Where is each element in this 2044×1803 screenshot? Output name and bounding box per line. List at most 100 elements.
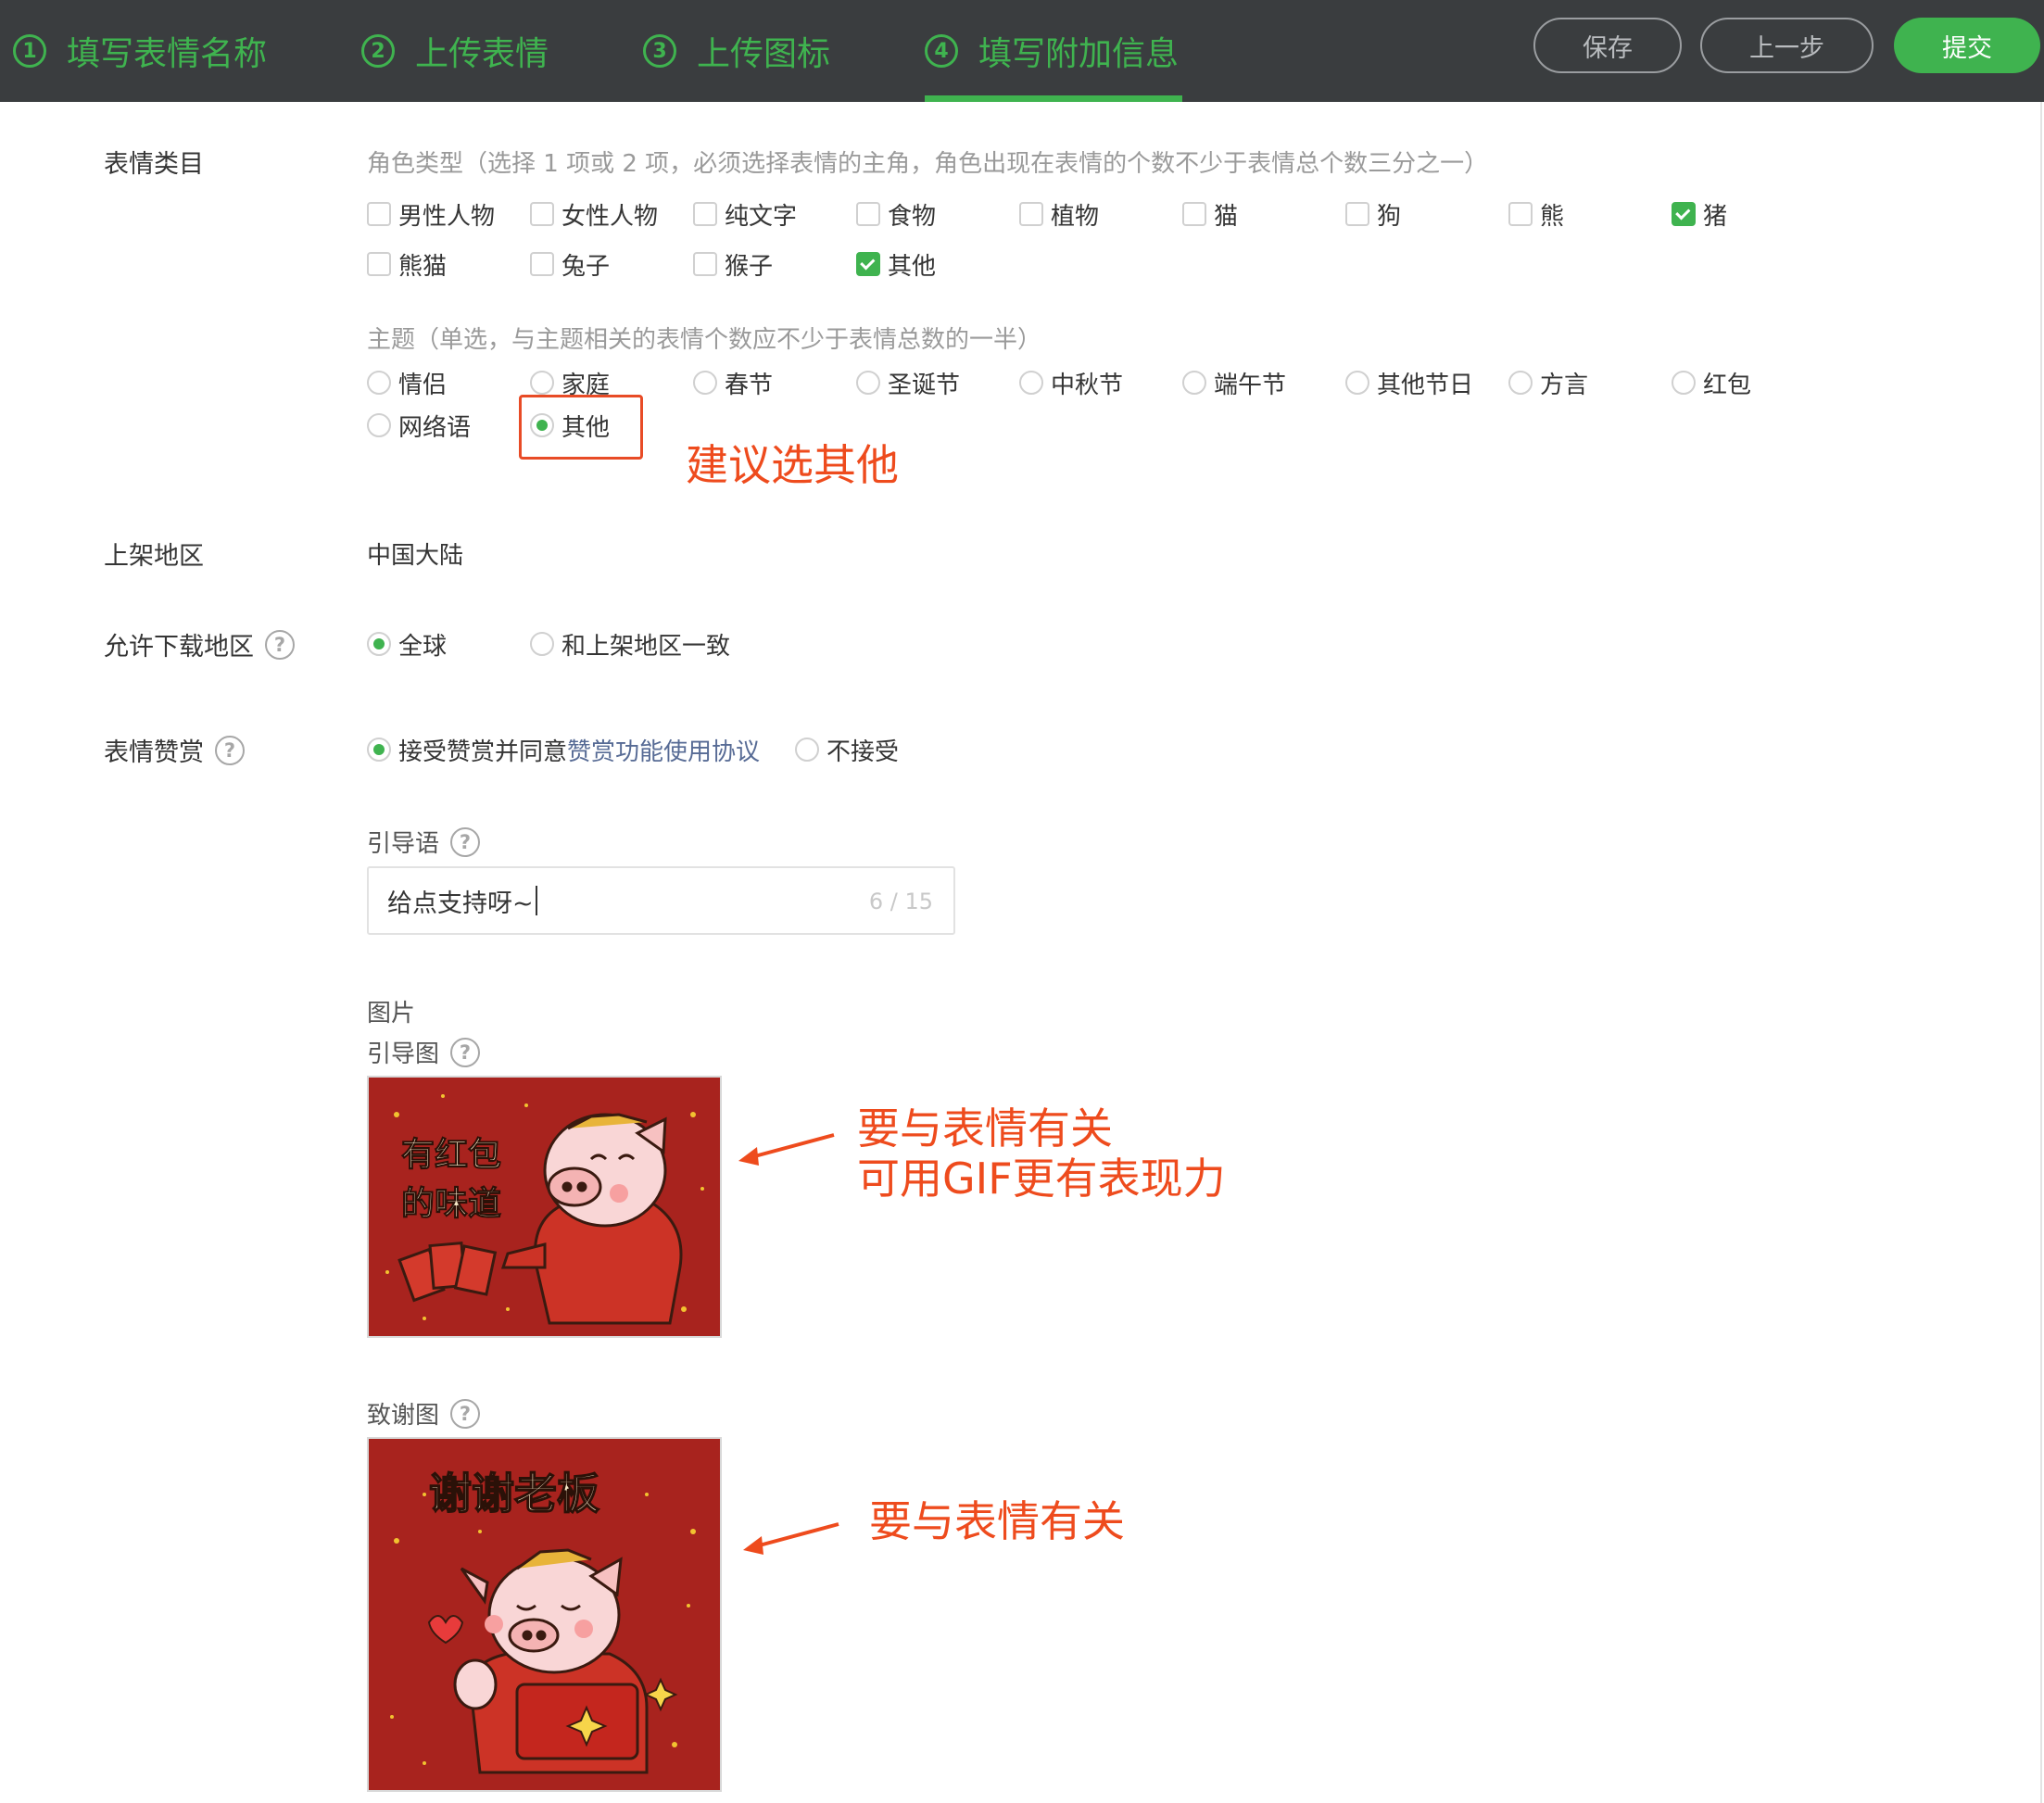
step-number: 2 (361, 34, 395, 68)
checkbox-icon (1019, 202, 1043, 226)
reward-radio-reject[interactable]: 不接受 (795, 734, 900, 766)
radio-checked-icon (367, 738, 391, 762)
highlight-box (519, 395, 643, 460)
reward-label: 表情赞赏 ? (104, 732, 245, 768)
option-label: 情侣 (398, 371, 448, 399)
radio-icon (367, 413, 391, 437)
step-number: 1 (13, 34, 46, 68)
save-button[interactable]: 保存 (1533, 18, 1682, 73)
option-label: 男性人物 (398, 202, 496, 231)
option-label: 植物 (1051, 202, 1100, 231)
theme-radio-couple[interactable]: 情侣 (367, 367, 448, 399)
role-checkbox-dog[interactable]: 狗 (1345, 198, 1402, 231)
theme-radio-spring-festival[interactable]: 春节 (693, 367, 774, 399)
theme-radio-mid-autumn[interactable]: 中秋节 (1019, 367, 1124, 399)
help-icon[interactable]: ? (265, 629, 295, 660)
radio-icon (1672, 371, 1696, 395)
checkbox-checked-icon (1672, 202, 1696, 226)
option-label: 猴子 (725, 252, 774, 281)
step-3[interactable]: 3 上传图标 (643, 0, 830, 102)
arrow-left-icon (738, 1133, 835, 1166)
option-label: 端午节 (1214, 371, 1287, 399)
option-label: 中秋节 (1051, 371, 1124, 399)
option-label: 食物 (888, 202, 937, 231)
option-label: 熊 (1540, 202, 1565, 231)
theme-radio-other-holiday[interactable]: 其他节日 (1345, 367, 1473, 399)
step-label: 上传表情 (415, 35, 549, 73)
checkbox-icon (1345, 202, 1369, 226)
step-number: 3 (643, 34, 676, 68)
theme-radio-dragon-boat[interactable]: 端午节 (1182, 367, 1287, 399)
role-checkbox-bear[interactable]: 熊 (1508, 198, 1565, 231)
help-icon[interactable]: ? (215, 735, 245, 765)
help-icon[interactable]: ? (450, 1037, 481, 1067)
theme-radio-internet-slang[interactable]: 网络语 (367, 410, 471, 442)
step-4[interactable]: 4 填写附加信息 (925, 0, 1182, 102)
annotation-gif-expressive: 可用GIF更有表现力 (857, 1154, 1226, 1204)
radio-icon (693, 371, 717, 395)
role-checkbox-monkey[interactable]: 猴子 (693, 248, 774, 281)
theme-radio-dialect[interactable]: 方言 (1508, 367, 1589, 399)
step-number: 4 (925, 34, 958, 68)
label-text: 允许下载地区 (104, 633, 254, 662)
step-1[interactable]: 1 填写表情名称 (13, 0, 267, 102)
reward-radio-accept[interactable]: 接受赞赏并同意 赞赏功能使用协议 (367, 733, 760, 767)
help-icon[interactable]: ? (450, 826, 481, 857)
role-checkbox-other[interactable]: 其他 (856, 248, 936, 281)
theme-radio-christmas[interactable]: 圣诞节 (856, 367, 961, 399)
role-checkbox-female[interactable]: 女性人物 (530, 198, 658, 231)
radio-icon (367, 371, 391, 395)
category-label: 表情类目 (104, 150, 204, 179)
thanks-image-label: 致谢图 ? (367, 1396, 481, 1431)
thanks-image[interactable]: 谢谢老板 (367, 1437, 722, 1792)
option-label: 春节 (725, 371, 774, 399)
role-checkbox-male[interactable]: 男性人物 (367, 198, 496, 231)
option-label: 不接受 (826, 738, 900, 766)
guide-image[interactable]: 有红包 的味道 (367, 1076, 722, 1338)
role-checkbox-rabbit[interactable]: 兔子 (530, 248, 611, 281)
agreement-link[interactable]: 赞赏功能使用协议 (567, 733, 760, 767)
top-nav-bar: 1 填写表情名称 2 上传表情 3 上传图标 4 填写附加信息 保存 上一步 提… (0, 0, 2044, 102)
option-label: 圣诞节 (888, 371, 961, 399)
download-radio-global[interactable]: 全球 (367, 628, 448, 661)
checkbox-icon (1508, 202, 1533, 226)
role-checkbox-text[interactable]: 纯文字 (693, 198, 798, 231)
help-icon[interactable]: ? (450, 1398, 481, 1429)
option-label: 接受赞赏并同意 (398, 738, 568, 766)
radio-icon (1345, 371, 1369, 395)
radio-icon (530, 371, 554, 395)
option-label: 红包 (1703, 371, 1752, 399)
step-label: 填写表情名称 (67, 35, 268, 73)
role-checkbox-pig[interactable]: 猪 (1672, 198, 1728, 231)
role-checkbox-panda[interactable]: 熊猫 (367, 248, 447, 281)
submit-button[interactable]: 提交 (1894, 18, 2040, 73)
annotation-thanks-related: 要与表情有关 (869, 1496, 1125, 1546)
option-label: 狗 (1377, 202, 1402, 231)
step-2[interactable]: 2 上传表情 (361, 0, 549, 102)
option-label: 猪 (1703, 202, 1728, 231)
role-checkbox-plant[interactable]: 植物 (1019, 198, 1100, 231)
checkbox-icon (530, 202, 554, 226)
pig-red-packet-illustration: 有红包 的味道 (369, 1078, 720, 1336)
annotation-related-to-stickers: 要与表情有关 (857, 1103, 1113, 1154)
option-label: 方言 (1540, 371, 1589, 399)
label-text: 引导图 (367, 1040, 440, 1068)
radio-icon (530, 632, 554, 656)
region-label: 上架地区 (104, 542, 204, 571)
option-label: 纯文字 (725, 202, 798, 231)
guide-image-caption-line-1: 有红包 (401, 1136, 501, 1174)
role-checkbox-cat[interactable]: 猫 (1182, 198, 1238, 231)
theme-radio-red-packet[interactable]: 红包 (1672, 367, 1752, 399)
guide-text-input[interactable]: 给点支持呀~ 6 / 15 (367, 866, 955, 935)
theme-hint: 主题（单选，与主题相关的表情个数应不少于表情总数的一半） (367, 326, 1042, 354)
role-checkbox-food[interactable]: 食物 (856, 198, 937, 231)
input-value: 给点支持呀~ (387, 889, 534, 918)
text-caret (535, 886, 537, 915)
checkbox-icon (856, 202, 880, 226)
theme-radio-family[interactable]: 家庭 (530, 367, 610, 399)
previous-step-button[interactable]: 上一步 (1700, 18, 1874, 73)
option-label: 兔子 (561, 252, 611, 281)
option-label: 全球 (398, 632, 448, 661)
radio-icon (1508, 371, 1533, 395)
download-radio-same-region[interactable]: 和上架地区一致 (530, 628, 730, 661)
